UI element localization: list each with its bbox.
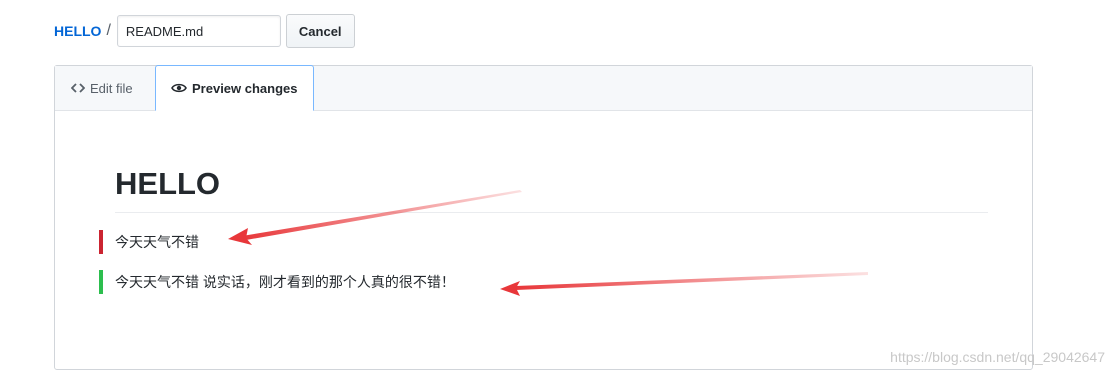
cancel-button[interactable]: Cancel <box>285 14 355 48</box>
editor-tabs: Edit file Preview changes <box>55 65 1032 111</box>
removed-line-text: 今天天气不错 <box>115 234 199 250</box>
preview-content <box>55 111 1032 370</box>
added-line-text: 今天天气不错 说实话，刚才看到的那个人真的很不错！ <box>115 274 455 290</box>
watermark-text: https://blog.csdn.net/qq_29042647 <box>890 349 1105 365</box>
diff-line-removed: 今天天气不错 <box>99 230 199 254</box>
removed-line-marker <box>99 230 103 254</box>
added-line-marker <box>99 270 103 294</box>
file-editor: Edit file Preview changes <box>54 65 1033 370</box>
eye-icon <box>171 83 187 93</box>
tab-edit-file[interactable]: Edit file <box>55 66 149 110</box>
diff-line-added: 今天天气不错 说实话，刚才看到的那个人真的很不错！ <box>99 270 455 294</box>
breadcrumb-separator: / <box>106 22 111 39</box>
heading-divider <box>115 212 988 213</box>
tab-preview-changes-label: Preview changes <box>192 80 298 96</box>
filename-input[interactable] <box>116 15 281 47</box>
repo-link[interactable]: HELLO <box>54 23 101 39</box>
code-icon <box>71 83 85 93</box>
markdown-heading: HELLO <box>115 166 221 201</box>
breadcrumb: HELLO / Cancel <box>54 14 355 48</box>
tab-edit-file-label: Edit file <box>90 80 133 96</box>
tab-preview-changes[interactable]: Preview changes <box>155 65 314 111</box>
